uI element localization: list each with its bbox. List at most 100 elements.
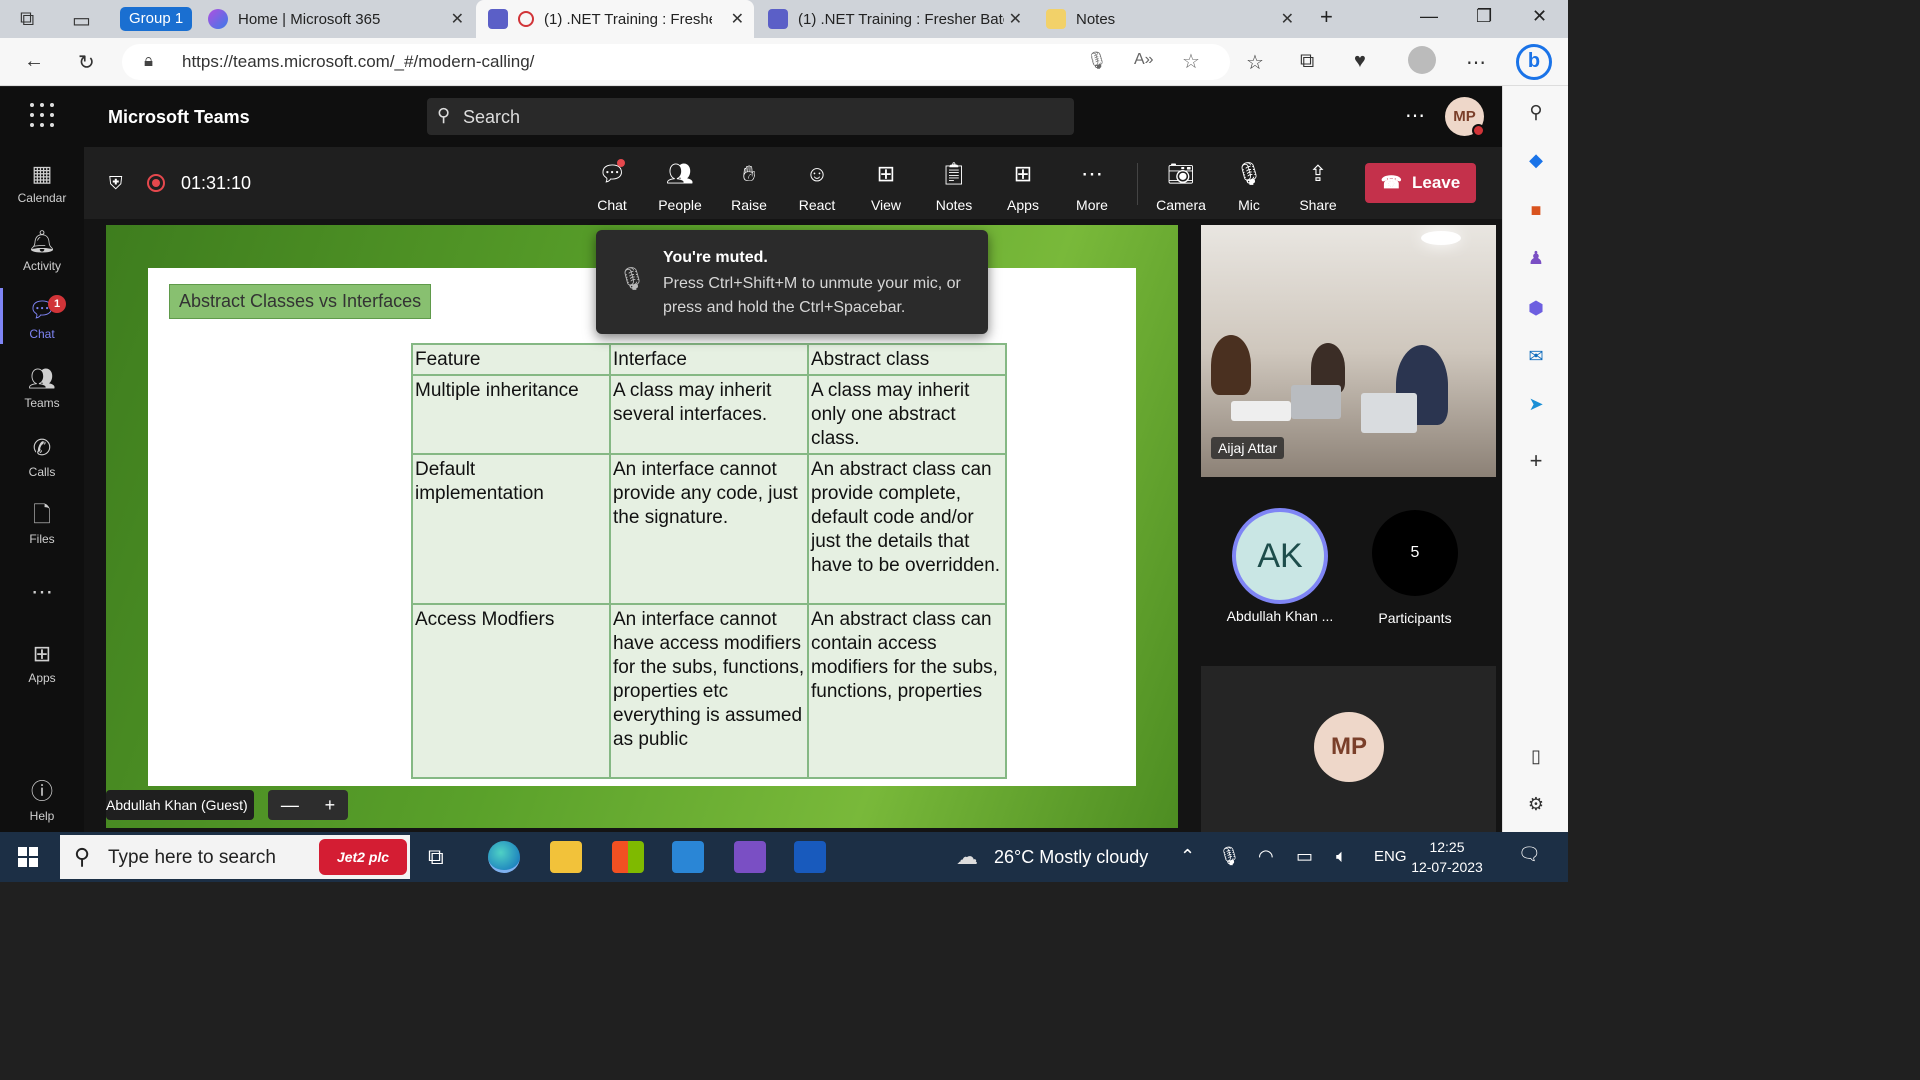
participant-avatar[interactable]: AK <box>1232 508 1328 604</box>
profile-icon[interactable] <box>1408 46 1436 74</box>
bing-chat-icon[interactable]: b <box>1516 44 1552 80</box>
task-view-icon[interactable]: ⧉ <box>428 844 444 870</box>
visual-studio-icon[interactable] <box>734 841 766 873</box>
control-label: React <box>798 197 836 213</box>
rail-item-chat[interactable]: 💬︎ Chat 1 <box>0 295 84 341</box>
refresh-icon[interactable]: ↻ <box>78 50 95 75</box>
participant-name: Aijaj Attar <box>1211 437 1285 459</box>
camera-button[interactable]: 📷︎ Camera <box>1150 159 1212 213</box>
battery-icon[interactable]: ▭ <box>1296 846 1313 867</box>
volume-muted-icon[interactable]: 🔈︎ <box>1336 846 1347 867</box>
more-options-icon[interactable]: ⋯ <box>1405 103 1425 128</box>
microsoft-store-icon[interactable] <box>612 841 644 873</box>
address-input[interactable]: 🔒︎ https://teams.microsoft.com/_#/modern… <box>122 44 1230 80</box>
shield-icon[interactable]: ⛨ <box>109 173 123 194</box>
self-view-tile[interactable]: MP <box>1201 666 1496 832</box>
mail-icon[interactable] <box>672 841 704 873</box>
close-icon[interactable]: ✕ <box>1281 9 1294 29</box>
tab-net-training-active[interactable]: (1) .NET Training : Fresher ✕ <box>476 0 754 38</box>
rail-item-activity[interactable]: 🔔︎ Activity <box>0 227 84 273</box>
presentation-slide: Abstract Classes vs Interfaces Feature I… <box>148 268 1136 786</box>
zoom-in-button[interactable]: + <box>325 795 336 816</box>
extension-icon[interactable]: ♥ <box>1354 50 1366 73</box>
notifications-icon[interactable]: 🗨︎ <box>1518 844 1541 865</box>
participant-video-tile[interactable]: Aijaj Attar <box>1201 225 1496 477</box>
table-row: Multiple inheritance A class may inherit… <box>411 374 1007 455</box>
leave-button[interactable]: ☎ Leave <box>1365 163 1476 203</box>
back-icon[interactable]: ← <box>24 50 44 73</box>
weather-text[interactable]: 26°C Mostly cloudy <box>994 847 1148 868</box>
add-icon[interactable]: + <box>1525 448 1547 473</box>
react-button[interactable]: ☺ React <box>786 159 848 213</box>
mic-icon[interactable]: 🎙︎ <box>1086 51 1108 71</box>
search-input[interactable]: ⚲ Search <box>427 98 1074 135</box>
tab-group-label[interactable]: Group 1 <box>120 7 193 31</box>
mic-button[interactable]: 🎙︎ Mic <box>1218 159 1280 213</box>
chevron-up-icon[interactable]: ⌃ <box>1180 846 1195 867</box>
microphone-icon[interactable]: 🎙︎ <box>1218 846 1241 867</box>
rail-item-calls[interactable]: ✆ Calls <box>0 433 84 479</box>
close-icon[interactable]: ✕ <box>451 9 464 29</box>
minimize-icon[interactable]: — <box>1420 6 1438 27</box>
recording-indicator-icon <box>518 11 534 27</box>
read-aloud-icon[interactable]: A» <box>1134 51 1154 69</box>
tab-notes[interactable]: Notes ✕ <box>1034 0 1304 38</box>
edge-icon[interactable] <box>488 841 520 873</box>
language-indicator[interactable]: ENG <box>1374 848 1407 865</box>
settings-icon[interactable]: ⚙ <box>1525 794 1547 816</box>
rail-item-help[interactable]: ⓘ Help <box>0 777 84 823</box>
taskbar-search-input[interactable]: ⚲ Type here to search Jet2 plc <box>60 835 410 879</box>
word-icon[interactable] <box>794 841 826 873</box>
share-button[interactable]: ⇪ Share <box>1287 159 1349 213</box>
tools-icon[interactable]: ■ <box>1525 200 1547 222</box>
rail-item-apps[interactable]: ⊞ Apps <box>0 639 84 685</box>
windows-start-icon[interactable] <box>18 847 38 867</box>
participants-count[interactable]: 5 <box>1372 510 1458 596</box>
rail-item-teams[interactable]: 👥︎ Teams <box>0 364 84 410</box>
notes-icon: 📋︎ <box>940 161 968 186</box>
toast-body: Press Ctrl+Shift+M to unmute your mic, o… <box>663 275 961 316</box>
table-cell: Access Modfiers <box>411 603 611 779</box>
new-tab-icon[interactable]: + <box>1320 4 1333 30</box>
people-button[interactable]: 👥︎ People <box>649 159 711 213</box>
collections-icon[interactable]: ⧉ <box>1300 50 1314 73</box>
apps-button[interactable]: ⊞ Apps <box>992 159 1054 213</box>
table-header: Abstract class <box>807 343 1007 376</box>
shopping-icon[interactable]: ◆ <box>1525 150 1547 172</box>
more-button[interactable]: ⋯ More <box>1061 159 1123 213</box>
favorites-icon[interactable]: ☆ <box>1246 50 1264 75</box>
close-icon[interactable]: ✕ <box>1009 9 1022 29</box>
notes-button[interactable]: 📋︎ Notes <box>923 159 985 213</box>
view-button[interactable]: ⊞ View <box>855 159 917 213</box>
favorite-star-icon[interactable]: ☆ <box>1182 49 1200 74</box>
tab-microsoft-365[interactable]: Home | Microsoft 365 ✕ <box>196 0 474 38</box>
microsoft-365-icon[interactable]: ⬢ <box>1525 298 1547 320</box>
tab-actions-icon[interactable]: ▭ <box>72 8 91 33</box>
close-icon[interactable]: ✕ <box>731 9 744 29</box>
send-icon[interactable]: ➤ <box>1525 394 1547 416</box>
workspaces-icon[interactable]: ⧉ <box>20 8 34 31</box>
close-window-icon[interactable]: ✕ <box>1532 6 1547 27</box>
games-icon[interactable]: ♟ <box>1525 248 1547 270</box>
zoom-out-button[interactable]: — <box>281 795 299 816</box>
wifi-icon[interactable]: ◠ <box>1258 846 1274 867</box>
rail-item-more[interactable]: ⋯ <box>0 577 84 609</box>
sidebar-toggle-icon[interactable]: ▯ <box>1525 746 1547 768</box>
user-avatar[interactable]: MP <box>1445 97 1485 137</box>
jet2-promo[interactable]: Jet2 plc <box>319 839 407 875</box>
file-explorer-icon[interactable] <box>550 841 582 873</box>
app-launcher-icon[interactable] <box>30 103 54 127</box>
apps-grid-icon: ⊞ <box>32 641 52 666</box>
outlook-icon[interactable]: ✉ <box>1525 346 1547 368</box>
more-menu-icon[interactable]: ⋯ <box>1466 50 1486 75</box>
participant-name: Abdullah Khan ... <box>1226 608 1334 624</box>
system-clock[interactable]: 12:25 12-07-2023 <box>1410 837 1484 877</box>
restore-icon[interactable]: ❐ <box>1476 6 1492 27</box>
tab-net-training[interactable]: (1) .NET Training : Fresher Batch ✕ <box>756 0 1032 38</box>
chat-button[interactable]: 💬︎ Chat <box>581 159 643 213</box>
search-icon[interactable]: ⚲ <box>1525 102 1547 124</box>
rail-item-calendar[interactable]: ▦ Calendar <box>0 159 84 205</box>
raise-hand-button[interactable]: ✋︎ Raise <box>718 159 780 213</box>
rail-label: Teams <box>24 396 60 410</box>
rail-item-files[interactable]: 🗋 Files <box>0 500 84 546</box>
